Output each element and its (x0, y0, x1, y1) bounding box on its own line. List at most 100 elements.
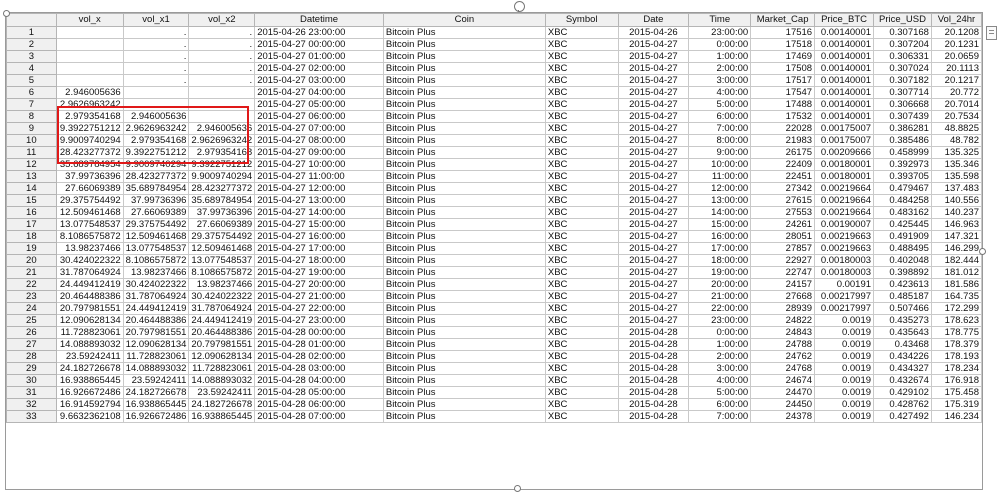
column-header[interactable]: Datetime (254, 13, 384, 27)
table-cell[interactable]: 0.00140001 (814, 26, 875, 39)
table-cell[interactable]: 20:00:00 (688, 278, 752, 291)
table-cell[interactable]: 2015-04-28 (617, 338, 690, 351)
table-cell[interactable]: . (122, 26, 190, 39)
table-cell[interactable]: 0.491909 (873, 230, 932, 243)
table-cell[interactable]: 0.458999 (873, 146, 932, 159)
table-cell[interactable]: 0.00180001 (814, 158, 875, 171)
column-header[interactable]: Symbol (544, 13, 619, 27)
table-cell[interactable]: 6:00:00 (688, 398, 752, 411)
table-cell[interactable]: 2015-04-27 (617, 314, 690, 327)
table-cell[interactable]: 2015-04-27 14:00:00 (254, 206, 384, 219)
table-cell[interactable]: 22451 (750, 170, 816, 183)
table-cell[interactable]: 23.59242411 (188, 386, 256, 399)
table-cell[interactable]: 0.0019 (814, 350, 875, 363)
table-cell[interactable] (188, 86, 256, 99)
column-header[interactable]: Date (617, 13, 690, 27)
table-cell[interactable]: 3:00:00 (688, 362, 752, 375)
table-cell[interactable]: 0.00140001 (814, 50, 875, 63)
table-cell[interactable]: 137.483 (930, 182, 982, 195)
row-header[interactable]: 7 (6, 98, 57, 111)
table-cell[interactable]: 2015-04-27 (617, 110, 690, 123)
table-cell[interactable]: 17518 (750, 38, 816, 51)
row-header[interactable]: 17 (6, 218, 57, 231)
table-cell[interactable]: Bitcoin Plus (382, 266, 546, 279)
table-cell[interactable]: XBC (544, 362, 619, 375)
table-cell[interactable]: XBC (544, 218, 619, 231)
table-cell[interactable]: XBC (544, 290, 619, 303)
table-cell[interactable]: XBC (544, 194, 619, 207)
column-header[interactable]: Coin (382, 13, 546, 27)
table-cell[interactable]: XBC (544, 26, 619, 39)
table-cell[interactable]: 23:00:00 (688, 26, 752, 39)
table-cell[interactable]: 0.428762 (873, 398, 932, 411)
table-cell[interactable]: 178.193 (930, 350, 982, 363)
table-cell[interactable]: 14.088893032 (188, 374, 256, 387)
table-cell[interactable]: 0.423613 (873, 278, 932, 291)
table-cell[interactable]: 178.775 (930, 326, 982, 339)
table-cell[interactable]: 22409 (750, 158, 816, 171)
table-cell[interactable]: 2015-04-28 (617, 350, 690, 363)
table-cell[interactable]: 20.1231 (930, 38, 982, 51)
table-cell[interactable]: 9:00:00 (688, 146, 752, 159)
table-cell[interactable]: 24450 (750, 398, 816, 411)
table-cell[interactable]: 2015-04-27 22:00:00 (254, 302, 384, 315)
table-cell[interactable]: 28.423277372 (188, 182, 256, 195)
table-cell[interactable]: 2.9626963242 (188, 134, 256, 147)
table-cell[interactable]: 176.918 (930, 374, 982, 387)
table-cell[interactable]: XBC (544, 158, 619, 171)
table-cell[interactable]: 12.509461468 (188, 242, 256, 255)
table-cell[interactable]: 20.464488386 (122, 314, 190, 327)
table-cell[interactable]: 1:00:00 (688, 50, 752, 63)
table-cell[interactable]: 2015-04-27 (617, 290, 690, 303)
table-cell[interactable]: 21:00:00 (688, 290, 752, 303)
table-cell[interactable]: 7:00:00 (688, 122, 752, 135)
table-cell[interactable]: 24.449412419 (55, 278, 124, 291)
table-cell[interactable]: 147.321 (930, 230, 982, 243)
table-cell[interactable]: . (122, 38, 190, 51)
row-header[interactable]: 5 (6, 74, 57, 87)
table-cell[interactable]: 0.306668 (873, 98, 932, 111)
table-cell[interactable]: . (188, 38, 256, 51)
table-cell[interactable]: . (188, 50, 256, 63)
table-cell[interactable]: 15:00:00 (688, 218, 752, 231)
row-header[interactable]: 30 (6, 374, 57, 387)
table-cell[interactable]: 24674 (750, 374, 816, 387)
table-cell[interactable]: 0.00175007 (814, 134, 875, 147)
table-cell[interactable]: 0.507466 (873, 302, 932, 315)
panel-toggle-icon[interactable] (986, 26, 997, 40)
table-cell[interactable]: 2015-04-27 (617, 122, 690, 135)
row-header[interactable]: 16 (6, 206, 57, 219)
table-cell[interactable] (122, 86, 190, 99)
table-cell[interactable]: 11.728823061 (188, 362, 256, 375)
row-header[interactable]: 23 (6, 290, 57, 303)
table-cell[interactable]: Bitcoin Plus (382, 314, 546, 327)
table-cell[interactable]: 9.6632362108 (55, 410, 124, 423)
row-header[interactable]: 9 (6, 122, 57, 135)
table-cell[interactable]: 4:00:00 (688, 374, 752, 387)
table-cell[interactable]: 8.1086575872 (188, 266, 256, 279)
table-cell[interactable]: 181.586 (930, 278, 982, 291)
table-cell[interactable]: 2015-04-27 (617, 134, 690, 147)
table-cell[interactable]: 0.00175007 (814, 122, 875, 135)
table-cell[interactable]: 16.926672486 (122, 410, 190, 423)
table-cell[interactable]: XBC (544, 266, 619, 279)
table-cell[interactable]: 22:00:00 (688, 302, 752, 315)
table-cell[interactable]: Bitcoin Plus (382, 122, 546, 135)
row-header[interactable]: 22 (6, 278, 57, 291)
table-cell[interactable]: 0.00180001 (814, 170, 875, 183)
table-cell[interactable]: Bitcoin Plus (382, 254, 546, 267)
row-header[interactable]: 33 (6, 410, 57, 423)
table-cell[interactable]: 0.00180003 (814, 254, 875, 267)
table-cell[interactable]: 13:00:00 (688, 194, 752, 207)
table-cell[interactable]: 2015-04-27 (617, 98, 690, 111)
table-cell[interactable]: 0.307024 (873, 62, 932, 75)
table-cell[interactable]: 2.9626963242 (55, 98, 124, 111)
table-cell[interactable]: 2.946005636 (122, 110, 190, 123)
table-cell[interactable]: 2015-04-27 (617, 158, 690, 171)
table-cell[interactable]: . (188, 26, 256, 39)
table-cell[interactable]: 22028 (750, 122, 816, 135)
table-cell[interactable]: 2015-04-27 18:00:00 (254, 254, 384, 267)
table-cell[interactable]: 28051 (750, 230, 816, 243)
table-cell[interactable]: 2015-04-28 04:00:00 (254, 374, 384, 387)
row-header[interactable]: 6 (6, 86, 57, 99)
